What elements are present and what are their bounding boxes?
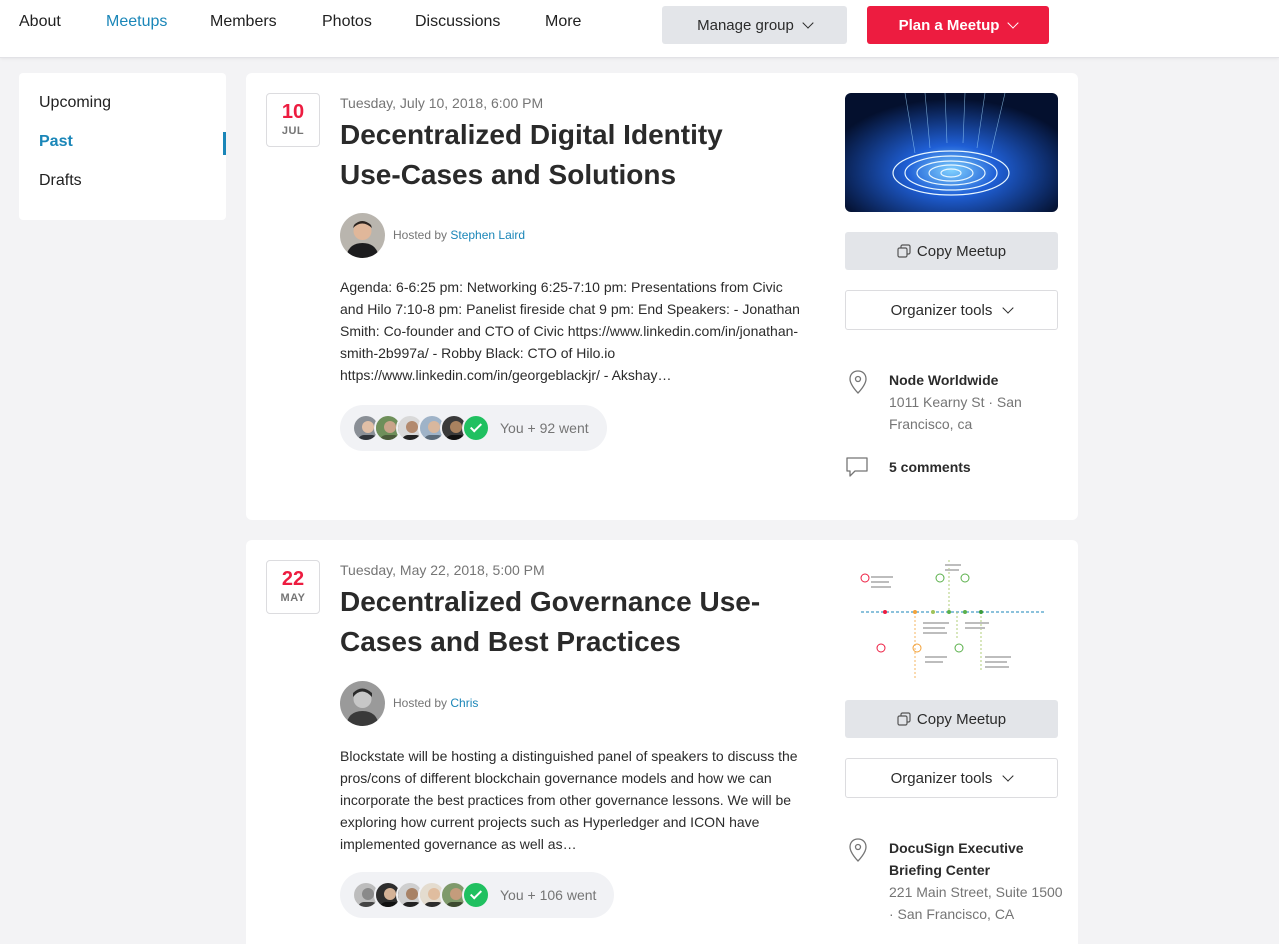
nav-discussions[interactable]: Discussions [415, 13, 500, 31]
hosted-by-prefix: Hosted by [393, 228, 448, 242]
sidebar-item-upcoming[interactable]: Upcoming [39, 94, 111, 112]
copy-icon [897, 712, 911, 726]
copy-meetup-button[interactable]: Copy Meetup [845, 232, 1058, 270]
hosted-by: Hosted by Chris [393, 696, 478, 710]
event-thumbnail[interactable] [845, 93, 1058, 212]
event-card[interactable]: 22 MAY Tuesday, May 22, 2018, 5:00 PM De… [246, 540, 1078, 944]
chevron-down-icon [1007, 17, 1020, 29]
venue-name[interactable]: DocuSign Executive Briefing Center [889, 837, 1064, 881]
manage-group-label: Manage group [697, 16, 794, 34]
manage-group-button[interactable]: Manage group [662, 6, 847, 44]
chevron-down-icon [802, 17, 814, 29]
organizer-tools-label: Organizer tools [890, 301, 993, 319]
event-datetime: Tuesday, July 10, 2018, 6:00 PM [340, 95, 544, 111]
event-title[interactable]: Decentralized Digital Identity Use-Cases… [340, 115, 780, 195]
plan-meetup-button[interactable]: Plan a Meetup [867, 6, 1049, 44]
attendance-count: You + 106 went [500, 887, 597, 903]
event-description: Agenda: 6-6:25 pm: Networking 6:25-7:10 … [340, 279, 800, 383]
organizer-tools-label: Organizer tools [890, 769, 993, 787]
organizer-tools-button[interactable]: Organizer tools [845, 290, 1058, 330]
attendees-pill[interactable]: You + 106 went [340, 872, 615, 918]
event-datetime: Tuesday, May 22, 2018, 5:00 PM [340, 562, 545, 578]
location-pin-icon [849, 370, 867, 394]
date-day: 22 [281, 568, 305, 590]
event-description: Blockstate will be hosting a distinguish… [340, 748, 798, 852]
venue-address: 221 Main Street, Suite 1500 · San Franci… [889, 884, 1063, 922]
active-indicator [223, 132, 226, 155]
host-avatar[interactable] [340, 681, 385, 726]
date-month: MAY [280, 592, 306, 604]
nav-about[interactable]: About [19, 13, 61, 31]
host-name-link[interactable]: Stephen Laird [450, 228, 525, 242]
nav-members[interactable]: Members [210, 13, 277, 31]
copy-meetup-label: Copy Meetup [916, 242, 1007, 260]
date-badge: 22 MAY [266, 560, 320, 614]
organizer-tools-button[interactable]: Organizer tools [845, 758, 1058, 798]
chevron-down-icon [1002, 770, 1015, 782]
hosted-by: Hosted by Stephen Laird [393, 228, 525, 242]
meetups-filter-sidebar: Upcoming Past Drafts [19, 73, 226, 220]
nav-photos[interactable]: Photos [322, 13, 372, 31]
hosted-by-prefix: Hosted by [393, 696, 448, 710]
comments-link[interactable]: 5 comments [889, 459, 971, 475]
attended-check-icon [462, 414, 490, 442]
venue-address: 1011 Kearny St · San Francisco, ca [889, 394, 1022, 432]
plan-meetup-label: Plan a Meetup [898, 16, 1000, 34]
sidebar-item-drafts[interactable]: Drafts [39, 172, 82, 190]
event-card[interactable]: 10 JUL Tuesday, July 10, 2018, 6:00 PM D… [246, 73, 1078, 520]
host-name-link[interactable]: Chris [450, 696, 478, 710]
nav-more[interactable]: More [545, 13, 581, 31]
attended-check-icon [462, 881, 490, 909]
copy-meetup-button[interactable]: Copy Meetup [845, 700, 1058, 738]
venue-name[interactable]: Node Worldwide [889, 369, 1064, 391]
event-title[interactable]: Decentralized Governance Use-Cases and B… [340, 582, 780, 662]
comment-icon [846, 457, 868, 477]
date-month: JUL [281, 125, 305, 137]
attendees-pill[interactable]: You + 92 went [340, 405, 607, 451]
copy-meetup-label: Copy Meetup [916, 710, 1007, 728]
chevron-down-icon [1002, 302, 1015, 314]
attendance-count: You + 92 went [500, 420, 589, 436]
host-avatar[interactable] [340, 213, 385, 258]
event-thumbnail[interactable] [845, 560, 1058, 679]
location-pin-icon [849, 838, 867, 862]
copy-icon [897, 244, 911, 258]
sidebar-item-past[interactable]: Past [39, 133, 73, 151]
date-day: 10 [281, 101, 305, 123]
date-badge: 10 JUL [266, 93, 320, 147]
top-navigation: About Meetups Members Photos Discussions… [0, 0, 1279, 58]
nav-meetups[interactable]: Meetups [106, 13, 167, 31]
